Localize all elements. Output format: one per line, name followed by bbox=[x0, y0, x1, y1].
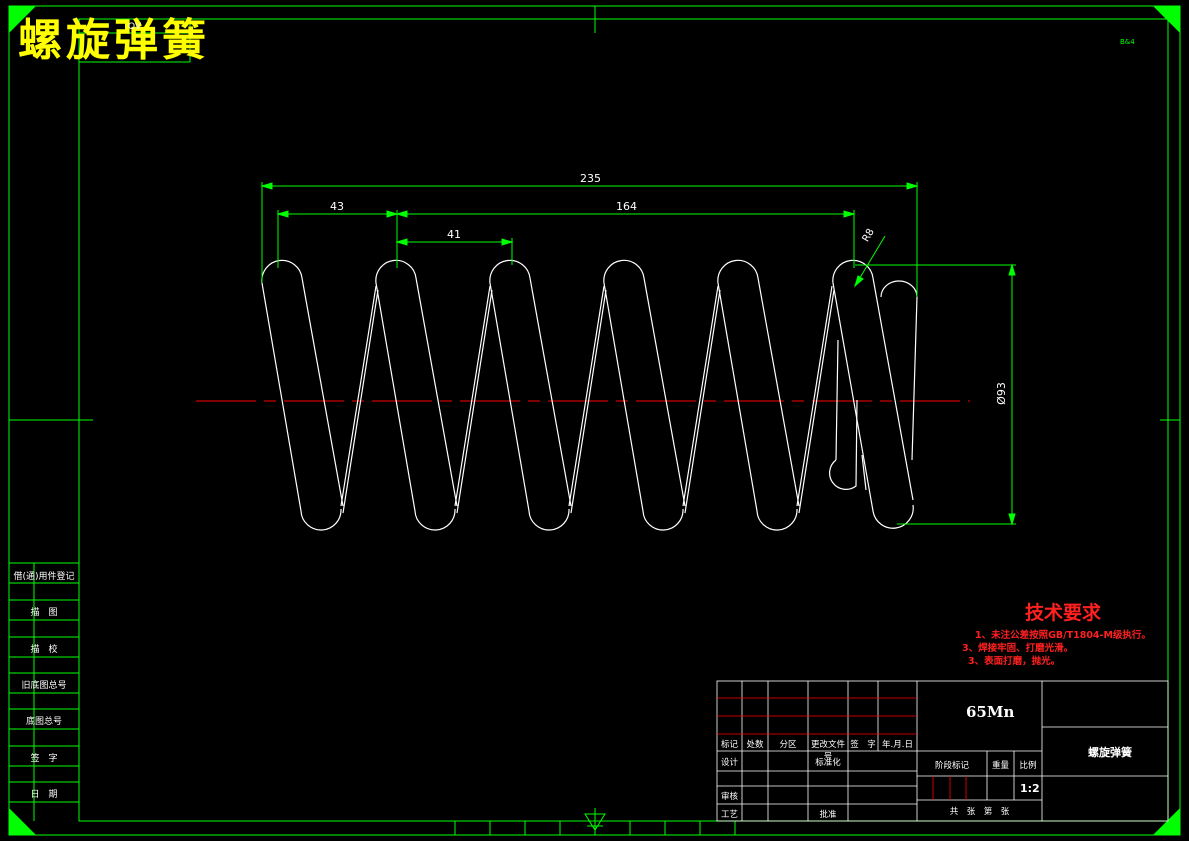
dim-active-span: 164 bbox=[616, 200, 637, 213]
corner-code: OV bbox=[128, 22, 142, 32]
dimension-lines bbox=[260, 182, 1016, 526]
scale-value: 1:2 bbox=[1020, 782, 1040, 795]
rev-header-zone: 分区 bbox=[779, 740, 797, 750]
standardization-label: 标准化 bbox=[815, 758, 841, 768]
design-label: 设计 bbox=[720, 758, 738, 768]
tech-req-item-2: 3、焊接牢固、打磨光滑。 bbox=[962, 643, 1074, 654]
side-label-date: 日 期 bbox=[30, 790, 58, 800]
drawing-title: 螺旋弹簧 bbox=[18, 15, 210, 66]
dim-overall-length: 235 bbox=[580, 172, 601, 185]
dim-pitch: 41 bbox=[447, 228, 461, 241]
rev-header-count: 处数 bbox=[746, 740, 764, 750]
side-label-signature: 签 字 bbox=[30, 754, 58, 764]
tech-req-heading: 技术要求 bbox=[1025, 602, 1102, 624]
stage-label: 阶段标记 bbox=[934, 761, 969, 771]
spring-coils bbox=[261, 259, 918, 531]
top-right-tag: B&4 bbox=[1120, 38, 1135, 46]
dim-first-pitch: 43 bbox=[330, 200, 344, 213]
side-label-base-no: 底图总号 bbox=[25, 717, 62, 727]
rev-header-sign: 签 字 bbox=[850, 740, 876, 750]
side-panel-grid bbox=[9, 562, 79, 821]
process-label: 工艺 bbox=[720, 810, 738, 820]
dim-outer-diameter: Ø93 bbox=[994, 382, 1008, 405]
material-label: 65Mn bbox=[966, 703, 1015, 721]
sheets-label: 共 张 第 张 bbox=[949, 807, 1010, 817]
rev-header-mark: 标记 bbox=[720, 740, 738, 750]
weight-label: 重量 bbox=[991, 761, 1009, 771]
part-name-label: 螺旋弹簧 bbox=[1088, 746, 1132, 759]
tech-req-item-3: 3、表面打磨，抛光。 bbox=[968, 656, 1061, 667]
review-label: 审核 bbox=[720, 792, 738, 802]
side-label-borrowed: 借(通)用件登记 bbox=[13, 572, 75, 582]
side-label-old-base-no: 旧底图总号 bbox=[21, 681, 67, 691]
tech-req-item-1: 1、未注公差按照GB/T1804-M级执行。 bbox=[975, 630, 1151, 641]
scale-label: 比例 bbox=[1019, 761, 1037, 771]
side-label-trace-check: 描 校 bbox=[30, 645, 58, 655]
rev-header-date: 年.月.日 bbox=[882, 740, 913, 750]
side-label-trace: 描 图 bbox=[30, 608, 58, 618]
approve-label: 批准 bbox=[819, 810, 837, 820]
